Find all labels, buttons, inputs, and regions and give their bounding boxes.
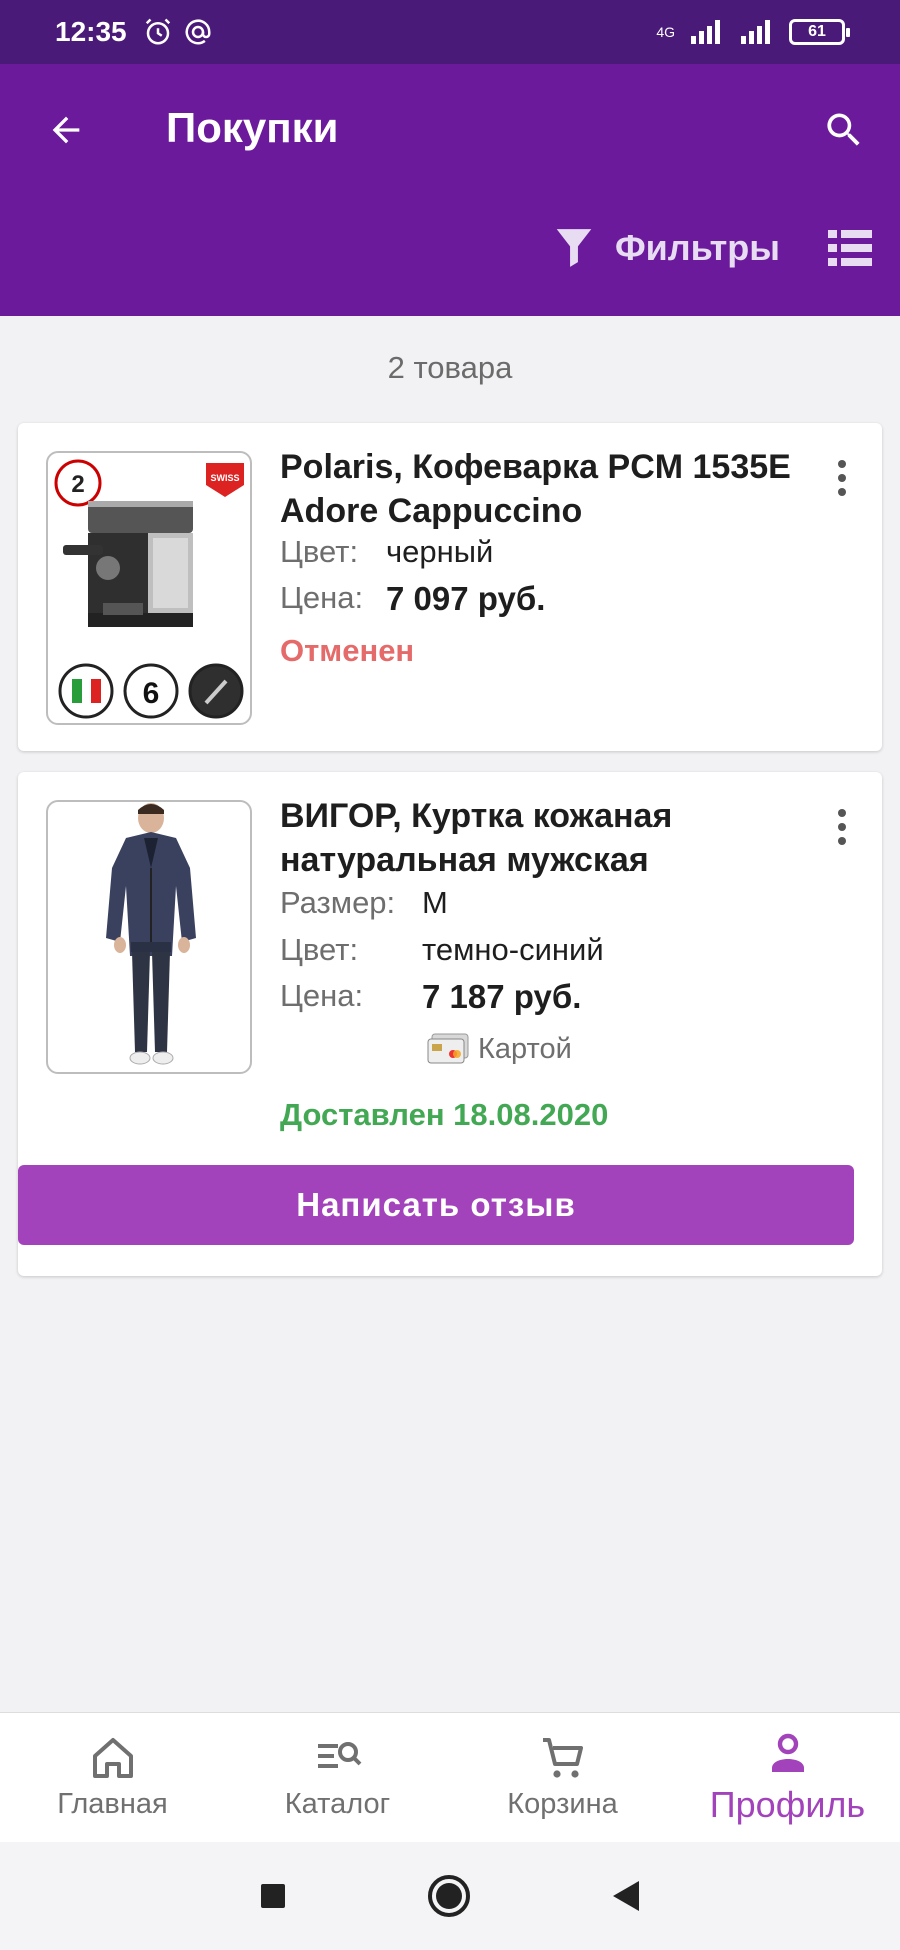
- brand-badge: SWISS: [210, 473, 239, 483]
- product-title[interactable]: ВИГОР, Куртка кожаная натуральная мужска…: [280, 794, 800, 882]
- nav-catalog[interactable]: Каталог: [225, 1713, 450, 1842]
- size-row: Размер: M: [280, 885, 448, 921]
- at-sign-icon: [185, 19, 211, 45]
- color-row: Цвет: черный: [280, 534, 493, 570]
- signal-icon: [691, 20, 720, 44]
- nav-cart-label: Корзина: [507, 1788, 618, 1820]
- back-triangle-icon[interactable]: [611, 1879, 641, 1913]
- price-label: Цена:: [280, 580, 364, 615]
- filters-button[interactable]: Фильтры: [555, 226, 780, 270]
- more-options-button[interactable]: [822, 453, 862, 503]
- card-icon: [427, 1033, 469, 1064]
- signal-icon-2: [741, 20, 770, 44]
- product-title[interactable]: Polaris, Кофеварка PCM 1535E Adore Cappu…: [280, 445, 800, 533]
- product-image[interactable]: [46, 800, 252, 1074]
- payment-label: Картой: [478, 1032, 572, 1065]
- nav-cart[interactable]: Корзина: [450, 1713, 675, 1842]
- filters-label: Фильтры: [614, 227, 780, 268]
- recent-apps-icon[interactable]: [259, 1882, 287, 1910]
- status-bar: 12:35 4G 61: [0, 0, 900, 64]
- arrow-back-icon: [52, 116, 80, 144]
- list-view-icon: [828, 230, 872, 266]
- nav-home-label: Главная: [57, 1788, 168, 1820]
- color-row: Цвет: темно-синий: [280, 932, 604, 968]
- list-view-button[interactable]: [828, 228, 872, 268]
- order-card[interactable]: 2 SWISS 6 Polaris, Кофеварка PCM 1535E A…: [18, 423, 882, 751]
- order-status: Отменен: [280, 633, 415, 668]
- coffee-machine-image: 2 SWISS 6: [54, 459, 244, 719]
- more-vert-icon: [838, 460, 846, 468]
- more-vert-icon: [838, 809, 846, 817]
- color-value: темно-синий: [422, 932, 604, 967]
- size-value: M: [422, 885, 448, 920]
- back-button[interactable]: [40, 104, 92, 156]
- catalog-search-icon: [317, 1742, 361, 1768]
- system-navigation-bar: [0, 1842, 900, 1950]
- order-card[interactable]: ВИГОР, Куртка кожаная натуральная мужска…: [18, 772, 882, 1276]
- warranty-badge: 2: [71, 471, 84, 498]
- leather-jacket-image: [106, 803, 196, 1065]
- bottom-navigation: Главная Каталог Корзина Профиль: [0, 1712, 900, 1842]
- home-circle-icon[interactable]: [427, 1874, 471, 1918]
- nav-profile-label: Профиль: [709, 1783, 866, 1825]
- search-button[interactable]: [818, 104, 870, 156]
- price-value: 7 097 руб.: [386, 580, 546, 617]
- write-review-button[interactable]: Написать отзыв: [18, 1165, 854, 1245]
- color-value: черный: [386, 534, 494, 569]
- order-status: Доставлен 18.08.2020: [280, 1097, 609, 1132]
- nav-home[interactable]: Главная: [0, 1713, 225, 1842]
- home-icon: [92, 1738, 133, 1778]
- page-title: Покупки: [166, 104, 339, 151]
- status-time: 12:35: [55, 16, 127, 47]
- network-type: 4G: [656, 24, 675, 40]
- pressure-badge: 6: [143, 677, 160, 710]
- more-options-button[interactable]: [822, 802, 862, 852]
- alarm-icon: [145, 18, 170, 45]
- size-label: Размер:: [280, 885, 396, 920]
- items-count: 2 товара: [387, 350, 513, 385]
- color-label: Цвет:: [280, 534, 359, 569]
- price-value: 7 187 руб.: [422, 978, 582, 1015]
- price-row: Цена: 7 187 руб.: [280, 978, 581, 1016]
- nav-profile[interactable]: Профиль: [675, 1713, 900, 1842]
- nav-catalog-label: Каталог: [284, 1788, 391, 1820]
- battery-indicator: 61: [789, 19, 850, 45]
- color-label: Цвет:: [280, 932, 359, 967]
- price-label: Цена:: [280, 978, 364, 1013]
- profile-icon: [771, 1733, 804, 1772]
- app-bar: Покупки Фильтры: [0, 64, 900, 316]
- price-row: Цена: 7 097 руб.: [280, 580, 545, 618]
- filter-icon: [556, 229, 592, 267]
- cart-icon: [542, 1738, 583, 1778]
- search-icon: [827, 113, 860, 146]
- payment-method: Картой: [426, 1032, 572, 1066]
- product-image[interactable]: 2 SWISS 6: [46, 451, 252, 725]
